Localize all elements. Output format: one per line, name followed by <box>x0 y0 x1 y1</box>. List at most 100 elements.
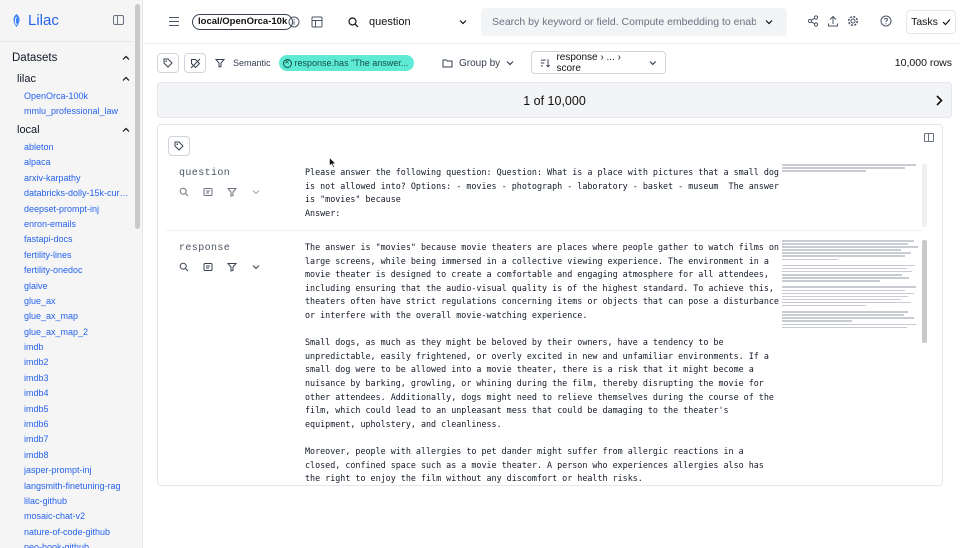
dataset-link[interactable]: langsmith-finetuning-rag <box>24 479 130 494</box>
sidebar-scrollbar[interactable] <box>135 4 140 229</box>
question-minimap[interactable] <box>782 164 922 178</box>
schema-icon[interactable] <box>310 15 323 28</box>
filter-icon <box>215 59 225 68</box>
filter-chip[interactable]: ✕ response.has "The answer... <box>278 55 415 71</box>
search-input[interactable]: Search by keyword or field. Compute embe… <box>481 8 787 36</box>
pager-label: 1 of 10,000 <box>523 94 586 108</box>
field-divider <box>166 230 922 231</box>
dataset-link[interactable]: imdb6 <box>24 417 130 432</box>
group-by-label: Group by <box>459 57 501 69</box>
share-icon[interactable] <box>807 15 819 27</box>
dataset-list-lilac: OpenOrca-100k mmlu_professional_law <box>24 89 130 120</box>
filter-bar: Semantic ✕ response.has "The answer... G… <box>143 44 960 82</box>
dataset-link[interactable]: enron-emails <box>24 217 130 232</box>
field-actions <box>179 262 261 272</box>
expand-icon[interactable] <box>924 133 934 142</box>
help-icon[interactable] <box>880 15 892 27</box>
datasets-header[interactable]: Datasets <box>12 52 130 64</box>
dataset-link[interactable]: nature-of-code-github <box>24 525 130 540</box>
response-minimap[interactable] <box>782 240 922 335</box>
dataset-link[interactable]: glaive <box>24 279 130 294</box>
sidebar-collapse-icon[interactable] <box>113 15 124 25</box>
sort-icon <box>540 58 551 67</box>
field-actions <box>179 187 261 197</box>
dataset-link[interactable]: alpaca <box>24 155 130 170</box>
question-text: Please answer the following question: Qu… <box>305 167 779 218</box>
group-header-lilac[interactable]: lilac <box>17 73 130 85</box>
chevron-down-icon <box>506 61 514 66</box>
dataset-link[interactable]: imdb5 <box>24 402 130 417</box>
tasks-label: Tasks <box>911 16 938 28</box>
dataset-link[interactable]: glue_ax_map <box>24 309 130 324</box>
field-response: response <box>179 243 261 272</box>
dataset-link[interactable]: neo-hook-github <box>24 540 130 548</box>
search-placeholder: Search by keyword or field. Compute embe… <box>492 16 756 28</box>
dataset-link[interactable]: fastapi-docs <box>24 232 130 247</box>
dataset-link[interactable]: databricks-dolly-15k-cura... <box>24 186 130 201</box>
dataset-link[interactable]: arxiv-karpathy <box>24 171 130 186</box>
chevron-down-icon <box>459 20 467 25</box>
dataset-link[interactable]: mmlu_professional_law <box>24 104 130 119</box>
chevron-up-icon <box>122 76 130 81</box>
sort-label: response › ... › score <box>556 51 621 74</box>
field-selector[interactable]: question <box>338 8 474 36</box>
tag-button[interactable] <box>157 53 179 73</box>
brand[interactable]: Lilac <box>10 12 59 29</box>
dataset-link[interactable]: jasper-prompt-inj <box>24 463 130 478</box>
untag-button[interactable] <box>184 53 206 73</box>
dataset-link[interactable]: mosaic-chat-v2 <box>24 509 130 524</box>
field-question: question <box>179 168 261 197</box>
lilac-logo <box>13 14 20 27</box>
close-icon[interactable]: ✕ <box>282 58 292 68</box>
group-header-local[interactable]: local <box>17 124 130 136</box>
dataset-link[interactable]: fertility-onedoc <box>24 263 130 278</box>
search-icon[interactable] <box>179 262 189 272</box>
sort-selector[interactable]: response › ... › score <box>531 51 666 74</box>
dataset-list-local: ableton alpaca arxiv-karpathy databricks… <box>24 140 130 548</box>
chevron-right-icon[interactable] <box>933 94 945 107</box>
chevron-up-icon <box>122 127 130 132</box>
filter-icon[interactable] <box>227 262 237 272</box>
chevron-down-icon[interactable] <box>251 262 261 272</box>
menu-icon[interactable] <box>169 17 179 26</box>
top-bar: local/OpenOrca-10k question Search by ke… <box>143 0 960 44</box>
dataset-link[interactable]: imdb4 <box>24 386 130 401</box>
chevron-down-icon[interactable] <box>251 187 261 197</box>
dataset-link[interactable]: glue_ax_map_2 <box>24 325 130 340</box>
dataset-link[interactable]: OpenOrca-100k <box>24 89 130 104</box>
search-icon[interactable] <box>179 187 189 197</box>
dataset-link[interactable]: imdb3 <box>24 371 130 386</box>
tag-icon <box>163 58 173 68</box>
compute-signal-icon[interactable] <box>203 187 213 197</box>
gear-icon[interactable] <box>847 15 859 27</box>
sidebar: Lilac Datasets lilac OpenOrca-100k mmlu_… <box>0 0 143 548</box>
dataset-link[interactable]: fertility-lines <box>24 248 130 263</box>
info-icon[interactable] <box>287 15 300 28</box>
dataset-link[interactable]: glue_ax <box>24 294 130 309</box>
check-icon <box>942 19 951 26</box>
row-count: 10,000 rows <box>894 57 952 69</box>
record-tag-button[interactable] <box>168 136 190 156</box>
dataset-link[interactable]: imdb <box>24 340 130 355</box>
mouse-cursor-icon <box>329 157 336 168</box>
filter-chip-label: response.has "The answer... <box>294 58 409 68</box>
dataset-link[interactable]: imdb7 <box>24 432 130 447</box>
tasks-button[interactable]: Tasks <box>906 10 956 34</box>
folder-icon <box>442 59 453 68</box>
upload-icon[interactable] <box>827 15 839 27</box>
group-by-button[interactable]: Group by <box>442 53 514 73</box>
dataset-pill[interactable]: local/OpenOrca-10k <box>192 14 294 30</box>
question-scroll-track[interactable] <box>922 164 927 227</box>
field-label: response <box>179 243 231 254</box>
compute-signal-icon[interactable] <box>203 262 213 272</box>
semantic-filter-group: Semantic ✕ response.has "The answer... <box>215 53 415 73</box>
dataset-link[interactable]: imdb2 <box>24 355 130 370</box>
dataset-link[interactable]: ableton <box>24 140 130 155</box>
dataset-link[interactable]: lilac-github <box>24 494 130 509</box>
row-pager: 1 of 10,000 <box>157 82 952 118</box>
filter-icon[interactable] <box>227 187 237 197</box>
semantic-label: Semantic <box>233 58 271 68</box>
response-scrollbar[interactable] <box>922 240 927 343</box>
dataset-link[interactable]: deepset-prompt-inj <box>24 202 130 217</box>
dataset-link[interactable]: imdb8 <box>24 448 130 463</box>
